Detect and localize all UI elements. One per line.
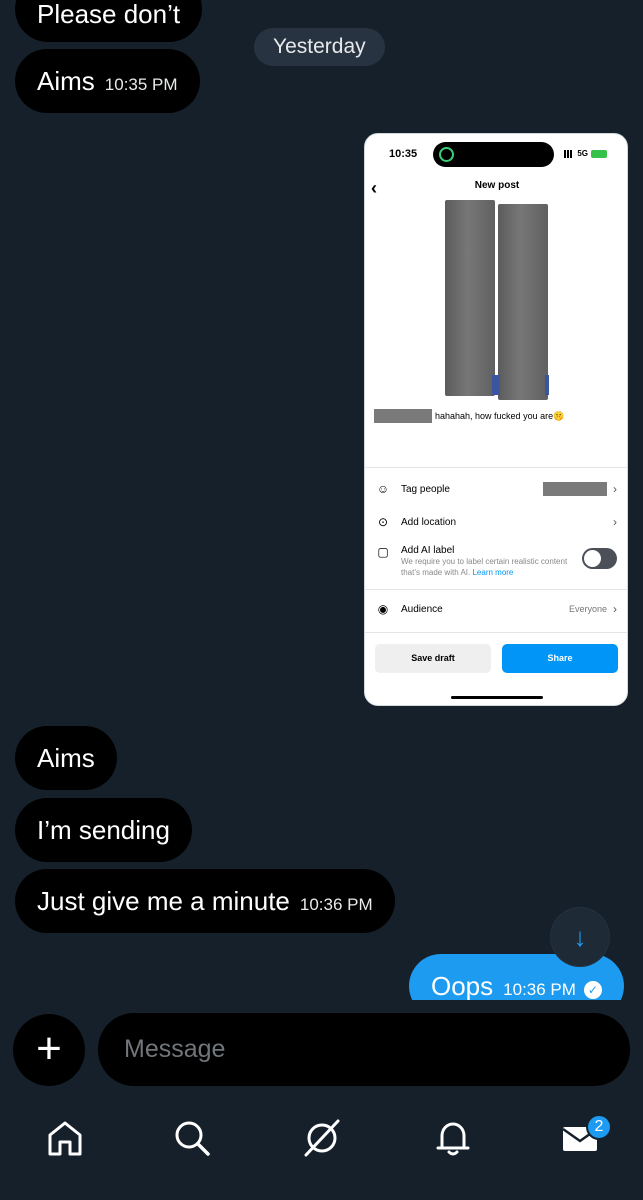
scroll-to-bottom-button[interactable]: ↓ [551, 908, 609, 966]
screenshot-title: New post [474, 180, 520, 191]
post-image [445, 200, 550, 400]
post-caption: hahahah, how fucked you are🤫 [374, 409, 564, 423]
tab-notifications[interactable] [433, 1118, 473, 1158]
conversation: Please don’t Yesterday Aims 10:35 PM 10:3… [0, 0, 643, 1000]
message-bubble[interactable]: I’m sending [15, 798, 192, 862]
unread-badge: 2 [586, 1114, 612, 1140]
message-bubble[interactable]: Just give me a minute 10:36 PM [15, 869, 395, 933]
dynamic-island [433, 142, 554, 167]
row-label: Tag people [401, 483, 450, 495]
bottom-tab-bar: 2 [0, 1100, 643, 1200]
status-indicators: 5G [564, 149, 607, 158]
message-timestamp: 10:35 PM [104, 75, 178, 94]
redacted-block [374, 409, 432, 423]
message-bubble[interactable]: Aims 10:35 PM [15, 49, 200, 113]
signal-icon [564, 149, 575, 158]
save-draft-button: Save draft [375, 644, 491, 673]
message-text: Aims [37, 743, 95, 773]
share-button: Share [502, 644, 618, 673]
message-text: Oops [431, 971, 494, 1000]
caption-text: hahahah, how fucked you are🤫 [435, 410, 565, 421]
divider [365, 589, 627, 590]
search-icon [175, 1121, 210, 1156]
plus-icon: + [36, 1024, 62, 1073]
row-label: Add AI label [401, 545, 455, 556]
message-input[interactable] [98, 1013, 630, 1086]
add-attachment-button[interactable]: + [13, 1014, 85, 1086]
message-text: Please don’t [37, 0, 181, 29]
arrow-down-icon: ↓ [573, 921, 587, 952]
grok-icon [304, 1119, 340, 1157]
tab-search[interactable] [172, 1118, 212, 1158]
message-bubble[interactable]: Aims [15, 726, 117, 790]
ai-label-icon: ▢ [377, 545, 389, 559]
message-composer: + [0, 1000, 643, 1100]
tab-home[interactable] [45, 1118, 85, 1158]
home-icon [48, 1121, 82, 1156]
redacted-block [543, 482, 607, 496]
divider [365, 467, 627, 468]
person-icon: ☺ [376, 482, 390, 496]
app-icon [439, 147, 454, 162]
battery-icon [591, 149, 607, 158]
bell-icon [436, 1122, 470, 1156]
audience-row: ◉ Audience Everyone › [375, 602, 617, 616]
row-label: Audience [401, 603, 443, 615]
tab-grok[interactable] [302, 1118, 342, 1158]
location-pin-icon: ⊙ [377, 515, 389, 529]
chevron-right-icon: › [613, 602, 617, 616]
message-timestamp: 10:36 PM [503, 980, 576, 999]
eye-icon: ◉ [377, 602, 389, 616]
screenshot-status-time: 10:35 [389, 148, 418, 160]
message-text: I’m sending [37, 815, 170, 845]
divider [365, 632, 627, 633]
message-text: Just give me a minute [37, 886, 290, 916]
chevron-right-icon: › [613, 482, 617, 496]
check-icon: ✓ [583, 981, 602, 999]
audience-value: Everyone [568, 604, 607, 614]
ai-label-description: We require you to label certain realisti… [401, 557, 568, 577]
message-timestamp: 10:36 PM [299, 895, 373, 914]
chevron-right-icon: › [613, 515, 617, 529]
attached-screenshot[interactable]: 10:35 5G ‹ New post hahahah, how fucked … [364, 133, 628, 706]
ai-label-row: ▢ Add AI label We require you to label c… [375, 545, 617, 578]
ai-label-toggle [582, 548, 617, 569]
tag-people-row: ☺ Tag people › [375, 482, 617, 496]
learn-more-link: Learn more [472, 568, 514, 577]
network-label: 5G [577, 149, 588, 158]
add-location-row: ⊙ Add location › [375, 515, 617, 529]
message-text: Aims [37, 66, 95, 96]
day-separator: Yesterday [254, 28, 385, 66]
message-bubble[interactable]: Please don’t [15, 0, 203, 42]
home-indicator [451, 696, 543, 699]
row-label: Add location [401, 516, 457, 528]
